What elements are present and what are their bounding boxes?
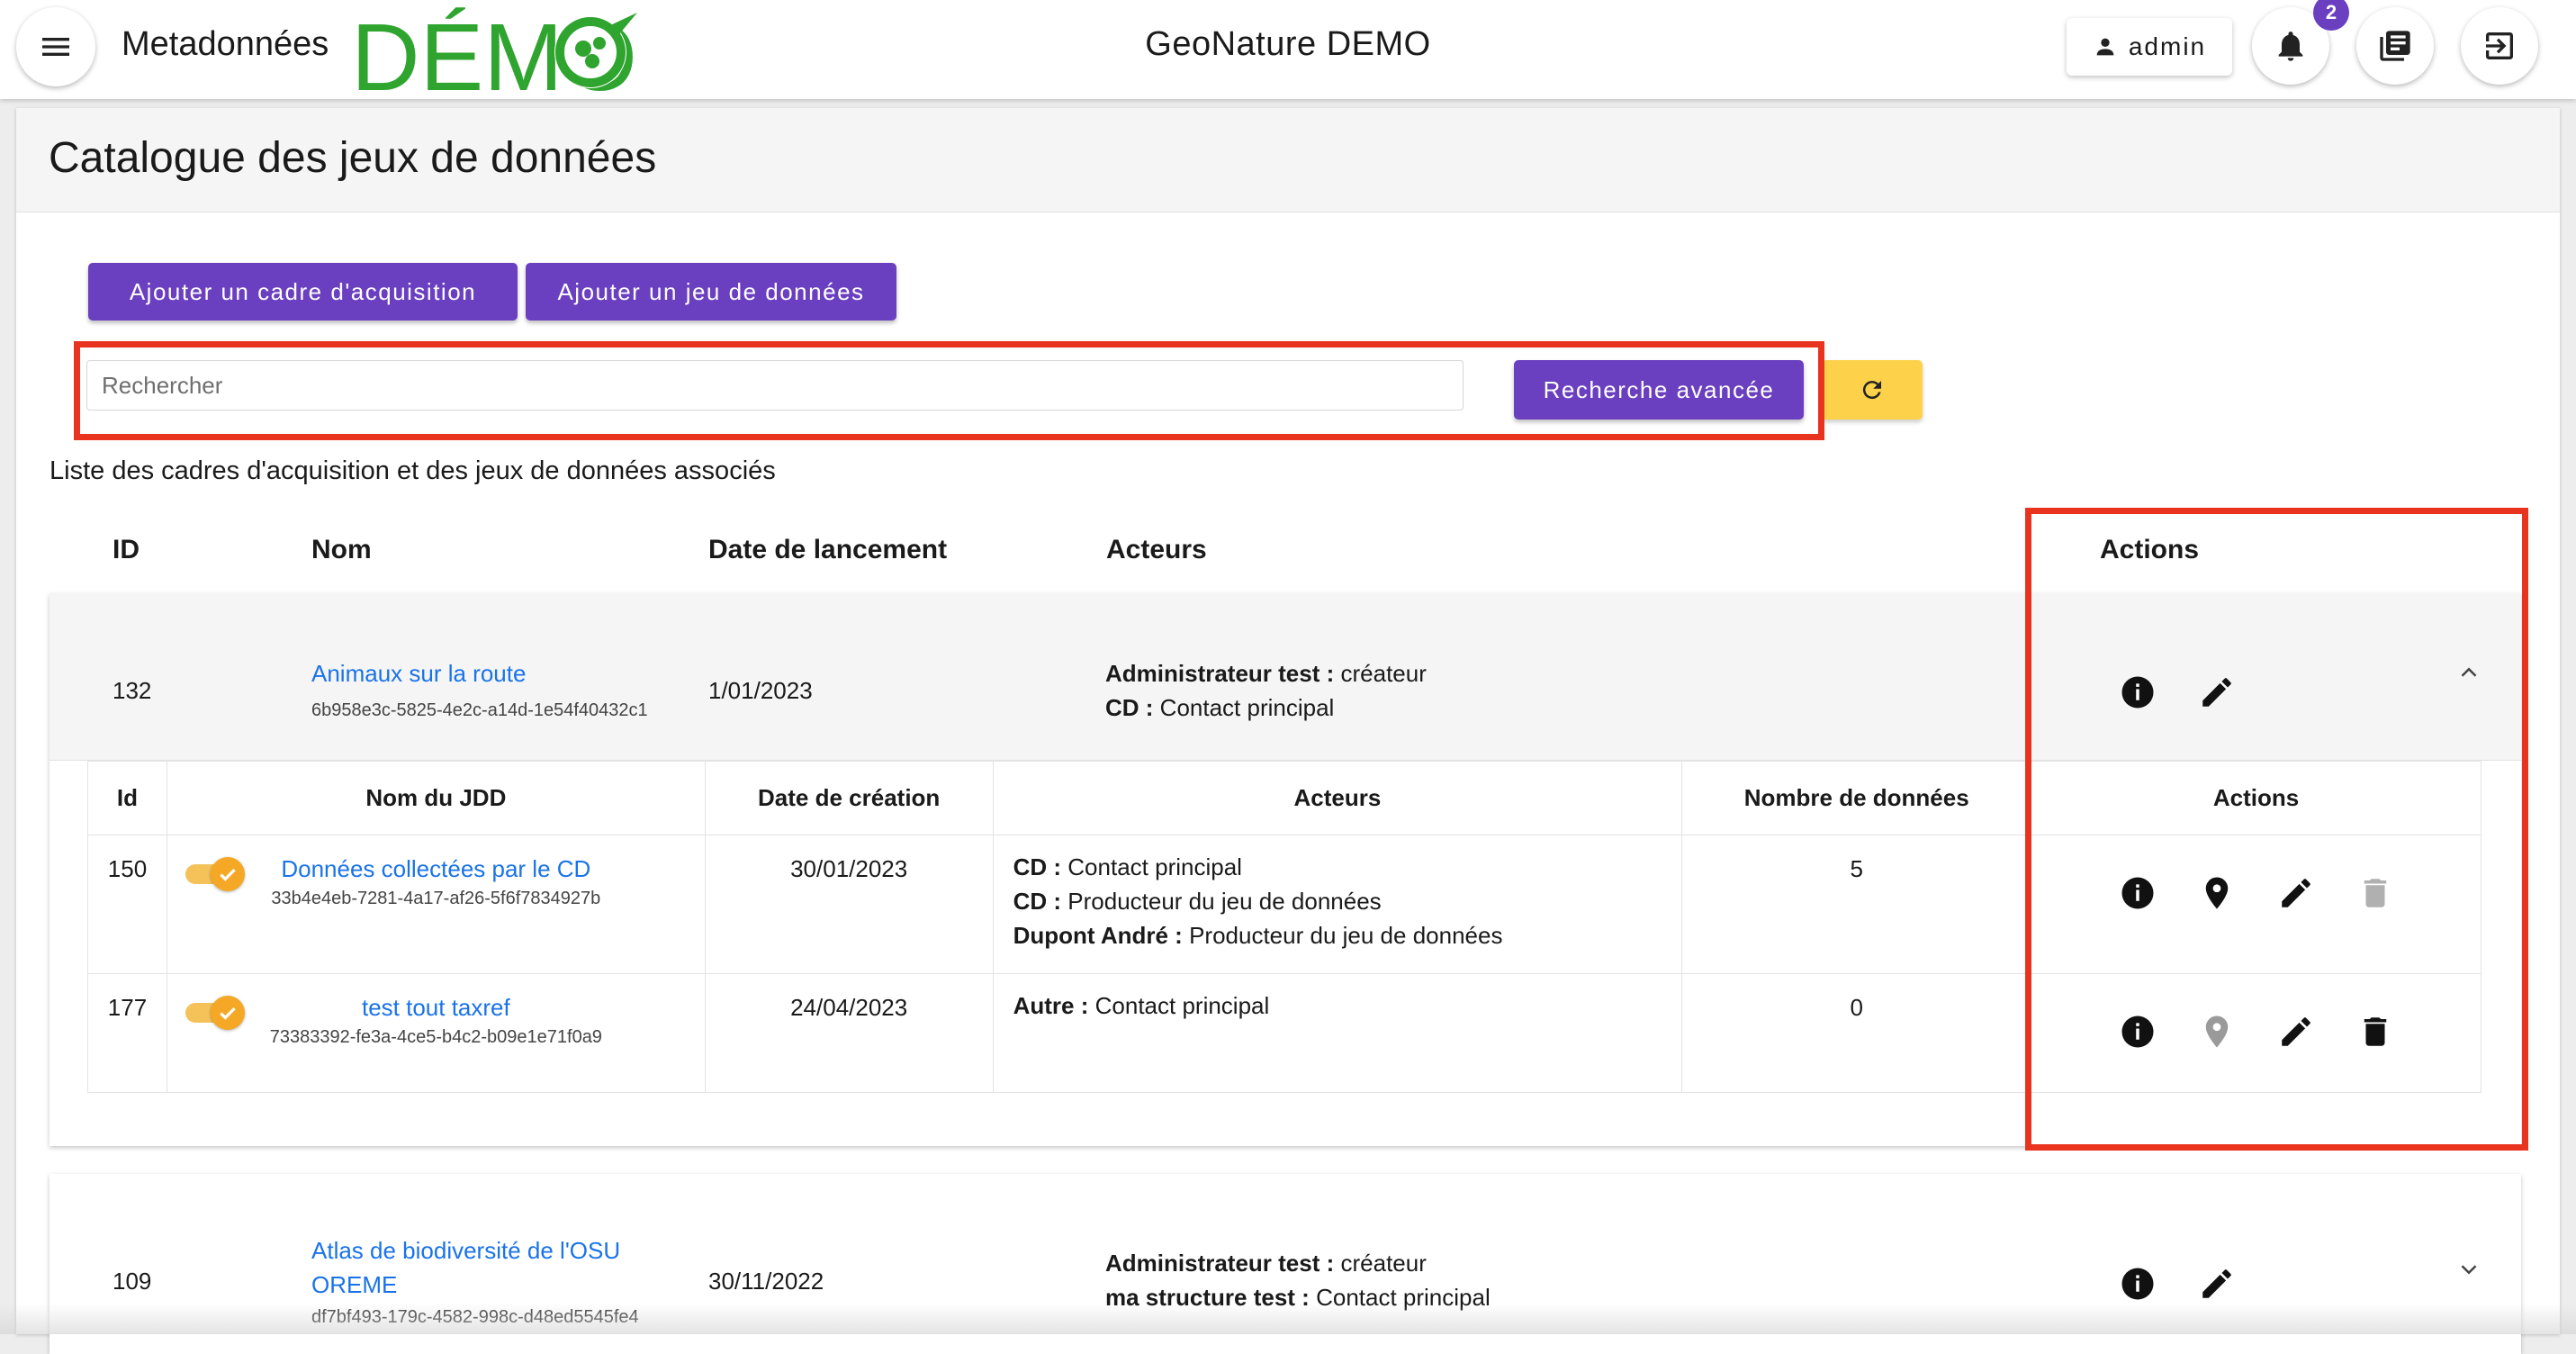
datasets-header-row: Id Nom du JDD Date de création Acteurs N… [87, 761, 2481, 835]
dataset-edit-button[interactable] [2276, 1012, 2316, 1052]
pencil-icon [2202, 678, 2231, 707]
frame-info-button[interactable] [2118, 1264, 2157, 1304]
dataset-delete-button[interactable] [2355, 873, 2395, 913]
dataset-active-toggle[interactable] [185, 994, 245, 1030]
frame-id: 109 [113, 1268, 152, 1295]
frame-launch-date: 1/01/2023 [708, 677, 813, 704]
frame-actors: Administrateur test : créateur CD : Cont… [1105, 656, 1427, 725]
dataset-name-link[interactable]: Données collectées par le CD [168, 855, 704, 883]
header-actors: Acteurs [1106, 535, 1207, 564]
info-icon [2121, 676, 2154, 709]
location-pin-icon [2205, 1016, 2229, 1048]
sub-header-creation-date: Date de création [704, 761, 994, 835]
sub-header-actions: Actions [2031, 761, 2481, 835]
add-acquisition-frame-button[interactable]: Ajouter un cadre d'acquisition [88, 263, 518, 320]
table-row: 177 test tout taxref 73383392-fe3a-4ce5-… [87, 973, 2481, 1093]
top-bar: Metadonnées DÉMO GeoNature DEMO admin 2 [0, 0, 2576, 99]
acquisition-frame-row: 132 Animaux sur la route 6b958e3c-5825-4… [50, 593, 2521, 1146]
dataset-map-button[interactable] [2197, 873, 2237, 913]
check-icon [220, 1006, 236, 1020]
collapse-button[interactable] [2453, 656, 2485, 689]
trash-icon [2364, 1017, 2387, 1046]
dataset-info-button[interactable] [2118, 873, 2157, 913]
dataset-count: 5 [1681, 835, 2032, 974]
dataset-actors: CD : Contact principal CD : Producteur d… [992, 835, 1683, 974]
search-input[interactable] [86, 360, 1464, 411]
pencil-icon [2202, 1269, 2231, 1298]
page-title: Catalogue des jeux de données [49, 134, 657, 182]
actor-line: Dupont André : Producteur du jeu de donn… [1013, 922, 1503, 949]
expand-button[interactable] [2453, 1253, 2485, 1286]
dataset-name-cell: Données collectées par le CD 33b4e4eb-72… [166, 835, 706, 974]
frame-name-link[interactable]: Atlas de biodiversité de l'OSU OREME [311, 1233, 653, 1302]
sub-header-id: Id [87, 761, 167, 835]
pencil-icon [2282, 1017, 2310, 1046]
check-icon [220, 868, 236, 881]
dataset-actors: Autre : Contact principal [992, 973, 1683, 1093]
dataset-active-toggle[interactable] [185, 855, 245, 891]
frame-id: 132 [113, 677, 152, 704]
person-icon [2096, 38, 2114, 56]
dataset-uuid: 73383392-fe3a-4ce5-b4c2-b09e1e71f0a9 [269, 1027, 602, 1047]
scroll-fade [0, 1304, 2576, 1334]
location-pin-icon [2205, 877, 2229, 909]
frame-edit-button[interactable] [2197, 1264, 2237, 1304]
info-icon [2121, 1268, 2154, 1300]
frame-info-button[interactable] [2118, 672, 2157, 712]
actor-line: CD : Contact principal [1105, 694, 1335, 721]
chevron-up-icon [2461, 667, 2477, 677]
frame-uuid: 6b958e3c-5825-4e2c-a14d-1e54f40432c1 [311, 700, 648, 720]
info-icon [2121, 1016, 2154, 1048]
user-name: admin [2128, 32, 2207, 60]
header-actions: Actions [2100, 535, 2200, 564]
frame-launch-date: 30/11/2022 [708, 1268, 824, 1295]
dataset-actions [2031, 835, 2481, 974]
header-name: Nom [311, 535, 372, 564]
dataset-creation-date: 24/04/2023 [704, 973, 994, 1093]
dataset-uuid: 33b4e4eb-7281-4a17-af26-5f6f7834927b [271, 889, 601, 908]
dataset-map-button[interactable] [2197, 1012, 2237, 1052]
user-button[interactable]: admin [2067, 18, 2232, 76]
dataset-id: 150 [87, 835, 167, 974]
table-row: 150 Données collectées par le CD 33b4e4e… [87, 835, 2481, 974]
dataset-id: 177 [87, 973, 167, 1093]
info-icon [2121, 877, 2154, 909]
dataset-count: 0 [1681, 973, 2032, 1093]
refresh-icon [1862, 381, 1881, 400]
reset-search-button[interactable] [1822, 360, 1923, 420]
header-launch-date: Date de lancement [708, 535, 948, 564]
actor-line: Autre : Contact principal [1013, 992, 1270, 1019]
add-dataset-button[interactable]: Ajouter un jeu de données [526, 263, 896, 320]
dataset-creation-date: 30/01/2023 [704, 835, 994, 974]
datasets-table: Id Nom du JDD Date de création Acteurs N… [87, 761, 2481, 1093]
dataset-name-link[interactable]: test tout taxref [168, 994, 704, 1022]
chevron-down-icon [2461, 1265, 2477, 1275]
sub-header-name: Nom du JDD [166, 761, 706, 835]
dataset-delete-button[interactable] [2355, 1012, 2395, 1052]
bell-icon [2278, 32, 2303, 61]
card-header: Catalogue des jeux de données [16, 108, 2560, 212]
pencil-icon [2282, 879, 2310, 907]
trash-icon [2364, 879, 2387, 907]
library-books-icon [2380, 31, 2410, 61]
dataset-info-button[interactable] [2118, 1012, 2157, 1052]
logout-icon [2486, 32, 2513, 59]
sub-header-count: Nombre de données [1681, 761, 2032, 835]
frame-summary-row[interactable]: 132 Animaux sur la route 6b958e3c-5825-4… [50, 593, 2521, 761]
dataset-edit-button[interactable] [2276, 873, 2316, 913]
sub-header-actors: Acteurs [992, 761, 1683, 835]
logout-button[interactable] [2461, 7, 2538, 85]
list-caption: Liste des cadres d'acquisition et des je… [50, 456, 776, 485]
dataset-actions [2031, 973, 2481, 1093]
actor-line: Administrateur test : créateur [1105, 1250, 1427, 1277]
advanced-search-button[interactable]: Recherche avancée [1514, 360, 1804, 420]
dataset-name-cell: test tout taxref 73383392-fe3a-4ce5-b4c2… [166, 973, 706, 1093]
header-id: ID [113, 535, 140, 564]
actor-line: CD : Contact principal [1013, 853, 1242, 880]
library-button[interactable] [2356, 7, 2434, 85]
frame-edit-button[interactable] [2197, 672, 2237, 712]
actor-line: Administrateur test : créateur [1105, 660, 1427, 687]
frame-name-link[interactable]: Animaux sur la route [311, 660, 526, 688]
actor-line: CD : Producteur du jeu de données [1013, 888, 1382, 915]
